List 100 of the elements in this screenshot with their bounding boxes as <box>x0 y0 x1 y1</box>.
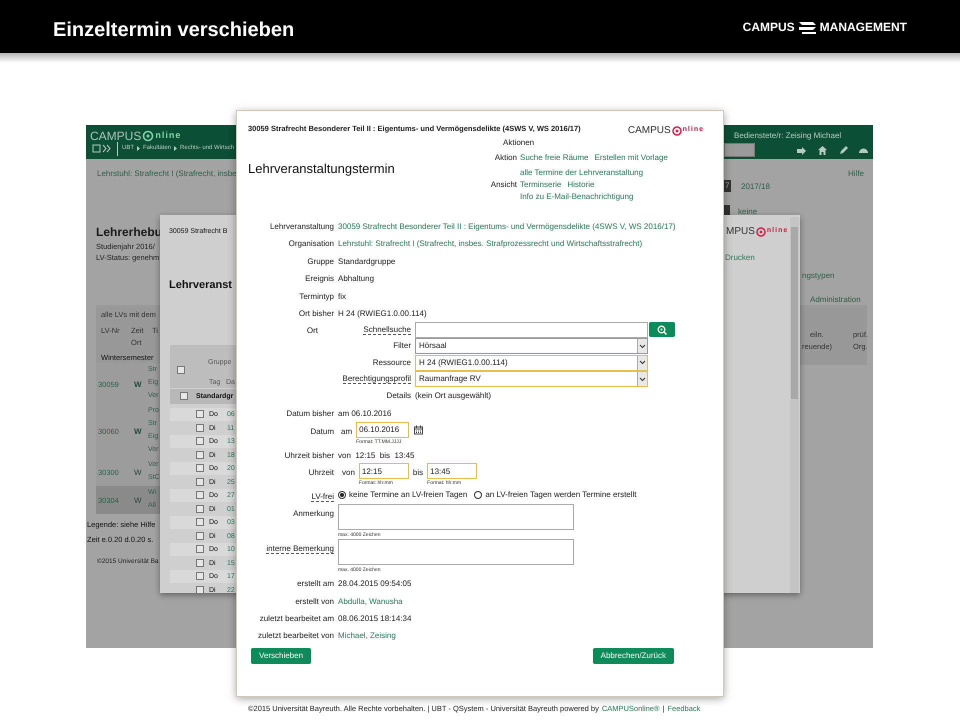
field-label: Datum bisher <box>286 409 334 418</box>
field-prefix: von <box>341 467 356 480</box>
triangle-icon <box>137 146 140 151</box>
radio-button[interactable] <box>338 491 346 500</box>
checkbox[interactable] <box>196 410 204 418</box>
scrollbar-thumb[interactable] <box>791 227 798 399</box>
checkbox[interactable] <box>196 586 204 593</box>
print-link[interactable]: Drucken <box>725 252 755 264</box>
chevron-icon <box>639 360 646 366</box>
field-label: Organisation <box>288 239 334 248</box>
edit-icon <box>838 145 849 156</box>
section-title: Aktionen <box>502 137 536 149</box>
field-label: Ort <box>306 326 318 336</box>
term-text: W <box>134 495 142 507</box>
logo-text: CAMPUS <box>628 124 671 138</box>
field-label: Ressource <box>372 358 411 367</box>
field-link[interactable]: Abdulla, Wanusha <box>338 592 712 608</box>
checkbox[interactable] <box>196 424 204 432</box>
page-heading: Lehrerhebu <box>96 224 162 241</box>
field-value: Abhaltung <box>338 273 376 286</box>
field-label: Anmerkung <box>293 509 334 518</box>
year-link[interactable]: 2017/18 <box>741 181 770 193</box>
checkbox[interactable] <box>180 392 188 400</box>
time-field[interactable]: 12:15 <box>358 463 409 480</box>
option-label[interactable]: an LV-freien Tagen werden Termine erstellt <box>485 489 637 502</box>
dropdown[interactable]: H 24 (RWIEG1.0.00.114) <box>415 354 648 371</box>
checkbox[interactable] <box>196 437 204 445</box>
field-value: Standardgruppe <box>338 256 396 268</box>
checkbox[interactable] <box>196 518 204 526</box>
action-button[interactable]: Verschieben <box>251 648 312 664</box>
status-link[interactable]: keine <box>738 206 758 218</box>
action-link[interactable]: Erstellen mit Vorlage <box>594 152 668 164</box>
field-link[interactable]: Michael, Zeising <box>338 626 712 642</box>
tab-link[interactable]: Administration <box>810 294 861 306</box>
checkbox[interactable] <box>196 545 204 553</box>
dropdown[interactable] <box>724 143 755 157</box>
field-label: erstellt am <box>297 579 334 588</box>
checkbox[interactable] <box>196 532 204 540</box>
logo-icon <box>756 226 766 236</box>
field-value: 28.04.2015 09:54:05 <box>338 578 412 590</box>
field-label: Aktion <box>494 152 518 164</box>
checkbox[interactable] <box>196 504 204 512</box>
field-label: zuletzt bearbeitet von <box>258 631 334 640</box>
field-label: Ansicht <box>490 179 518 191</box>
chevron-icon <box>639 376 646 382</box>
field-label: Uhrzeit bisher <box>284 450 334 460</box>
action-link[interactable]: Terminserie <box>520 179 562 191</box>
field-value: am 06.10.2016 <box>338 408 392 420</box>
search-button[interactable] <box>649 322 675 338</box>
action-link[interactable]: Historie <box>567 179 594 191</box>
calendar-icon <box>414 424 424 435</box>
radio-button[interactable] <box>474 491 482 500</box>
checkbox[interactable] <box>196 572 204 580</box>
field-label: Ereignis <box>305 274 334 284</box>
tab-link[interactable]: ngstypen <box>802 270 834 282</box>
action-link[interactable]: alle Termine der Lehrveranstaltung <box>520 167 644 179</box>
date-field[interactable]: 06.10.2016 <box>356 422 410 438</box>
help-link[interactable]: Hilfe <box>848 168 864 180</box>
action-link[interactable]: Suche freie Räume <box>520 152 588 164</box>
field-label: Lehrveranstaltung <box>270 222 334 231</box>
checkbox[interactable] <box>196 558 204 566</box>
field-value: 08.06.2015 18:14:34 <box>338 612 412 625</box>
checkbox[interactable] <box>196 478 204 486</box>
field-label: zuletzt bearbeitet am <box>260 614 334 623</box>
field-link[interactable]: Lehrstuhl: Strafrecht I (Strafrecht, insbes. Strafprozessrecht und Wirtschaftsstrafrecht) <box>338 234 712 250</box>
dropdown[interactable]: Hörsaal <box>415 338 648 354</box>
home-icon <box>817 145 828 156</box>
checkbox[interactable] <box>177 366 185 374</box>
term-text: W <box>134 426 142 438</box>
search-field[interactable] <box>415 322 648 338</box>
field-label: Datum <box>310 426 334 436</box>
dropdown[interactable]: Raumanfrage RV <box>415 371 648 388</box>
time-field[interactable]: 13:45 <box>427 463 478 480</box>
checkbox[interactable] <box>196 450 204 458</box>
field-prefix: am <box>340 426 354 438</box>
user-name: Bedienstete/r: Zeising Michael <box>734 130 842 142</box>
field-label: Schnellsuche <box>363 324 411 335</box>
action-button[interactable]: Abbrechen/Zurück <box>592 648 674 664</box>
checkbox[interactable] <box>196 491 204 499</box>
logo-text: MPUS <box>726 225 755 239</box>
text-area[interactable] <box>338 504 574 530</box>
menu-icon <box>92 143 112 154</box>
field-label: Ort bisher <box>298 308 334 318</box>
field-label: interne Bemerkung <box>266 544 334 554</box>
logo-text: MANAGEMENT <box>820 18 907 36</box>
logo-text: CAMPUS <box>742 18 795 36</box>
field-value: fix <box>338 290 347 303</box>
field-value: (kein Ort ausgewählt) <box>415 390 492 402</box>
logout-icon <box>796 145 807 156</box>
term-text: W <box>134 378 142 390</box>
field-label: Berechtigungsprofil <box>342 374 411 384</box>
action-link[interactable]: Info zu E-Mail-Benachrichtigung <box>520 191 634 203</box>
text-area[interactable] <box>338 539 574 566</box>
breadcrumb-link[interactable]: Lehrstuhl: Strafrecht I (Strafrecht, insbe <box>97 168 237 180</box>
field-prefix: bis <box>412 467 424 480</box>
logo-icon <box>142 130 154 142</box>
field-label: erstellt von <box>295 596 334 606</box>
checkbox[interactable] <box>196 464 204 472</box>
field-link[interactable]: 30059 Strafrecht Besonderer Teil II : Eigentums- und Vermögensdelikte (4SWS V, WS 2016/17) <box>338 217 712 233</box>
option-label[interactable]: keine Termine an LV-freien Tagen <box>349 489 468 502</box>
